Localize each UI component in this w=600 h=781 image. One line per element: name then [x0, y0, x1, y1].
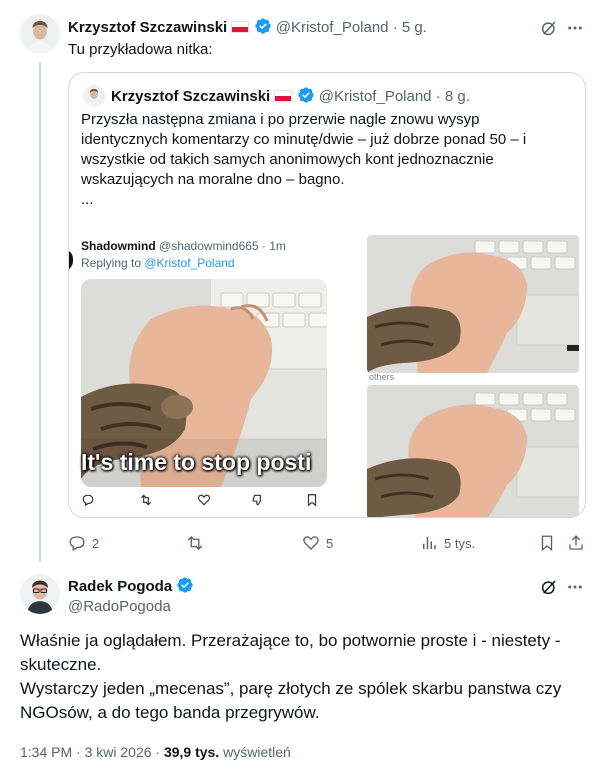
tweet-meta: 1:34 PM · 3 kwi 2026 · 39,9 tys. wyświet… — [20, 742, 291, 762]
tweet-body: Właśnie ja oglądałem. Przerażające to, b… — [20, 629, 590, 725]
author-handle[interactable]: @Kristof_Poland — [276, 19, 389, 36]
quoted-text: Przyszła następna zmiana i po przerwie n… — [81, 110, 581, 210]
screenshot-action-row — [81, 493, 327, 511]
quoted-text-line: wszystkie od takich samych anonimowych k… — [81, 151, 494, 168]
quoted-tweet-card[interactable]: Krzysztof Szczawinski @Kristof_Poland · … — [68, 72, 586, 518]
quoted-author-name: Krzysztof Szczawinski — [111, 88, 271, 105]
tweet-body-line: Właśnie ja oglądałem. Przerażające to, b… — [20, 631, 561, 650]
author-handle[interactable]: @RadoPogoda — [68, 597, 171, 617]
verified-badge-icon — [297, 87, 314, 103]
tweet-body-line: NGOsów, a do tego banda przegrywów. — [20, 703, 320, 722]
dislike-icon — [252, 494, 261, 506]
bookmark-icon — [307, 494, 317, 507]
screenshot-header: Shadowmind @shadowmind665 · 1m — [81, 239, 286, 253]
replying-handle: @Kristof_Poland — [144, 256, 235, 270]
like-icon — [303, 536, 319, 550]
media-screenshot-left[interactable]: Shadowmind @shadowmind665 · 1m Replying … — [69, 231, 327, 517]
bookmark-button[interactable] — [536, 532, 558, 554]
author-name[interactable]: Radek Pogoda — [68, 578, 172, 595]
tweet-body-line: Wystarczy jeden „mecenas”, parę złotych … — [20, 679, 562, 698]
views-count: 5 tys. — [444, 535, 476, 551]
tweet-text: Tu przykładowa nitka: — [68, 41, 213, 58]
replying-prefix: Replying to — [81, 256, 145, 270]
grok-icon[interactable] — [538, 17, 560, 39]
more-options-icon[interactable] — [564, 17, 586, 39]
screenshot-caption: It's time to stop posti — [81, 449, 312, 475]
verified-badge-icon — [254, 18, 271, 34]
tweet-timestamp[interactable]: 1:34 PM · 3 kwi 2026 · — [20, 744, 160, 760]
poland-flag-icon — [274, 90, 293, 102]
quoted-author-handle: @Kristof_Poland — [318, 88, 432, 105]
reply-icon — [69, 536, 85, 551]
media-photo-top-right[interactable] — [367, 235, 579, 373]
reply-icon — [82, 494, 94, 507]
more-options-icon[interactable] — [564, 576, 586, 598]
thread-connector-line — [39, 62, 41, 562]
screenshot-avatar-edge — [69, 249, 73, 271]
bookmark-icon — [541, 535, 553, 552]
quoted-text-line: ... — [81, 191, 94, 208]
retweet-button[interactable] — [186, 534, 210, 552]
like-icon — [197, 494, 211, 506]
screenshot-author-name: Shadowmind — [81, 239, 156, 253]
quoted-timestamp: · 8 g. — [435, 88, 470, 105]
avatar[interactable] — [20, 14, 60, 54]
tweet-body-line: skuteczne. — [20, 655, 102, 674]
author-name[interactable]: Krzysztof Szczawinski — [68, 19, 227, 36]
analytics-icon — [423, 537, 436, 549]
like-button[interactable]: 5 — [302, 534, 333, 552]
reply-button[interactable]: 2 — [68, 534, 99, 552]
views-count: 39,9 tys. — [163, 744, 220, 760]
quoted-text-line: Przyszła następna zmiana i po przerwie n… — [81, 111, 480, 128]
tweet-timestamp[interactable]: · 5 g. — [393, 19, 427, 36]
reply-count: 2 — [92, 535, 100, 551]
views-button[interactable]: 5 tys. — [420, 534, 475, 552]
poland-flag-icon — [231, 21, 250, 33]
quoted-header: Krzysztof Szczawinski @Kristof_Poland · … — [111, 86, 470, 107]
share-button[interactable] — [565, 532, 587, 554]
retweet-icon — [140, 494, 152, 506]
avatar[interactable] — [20, 574, 60, 614]
grok-icon[interactable] — [538, 576, 560, 598]
quoted-text-line: identycznych komentarzy co minutę/dwie –… — [81, 131, 527, 148]
media-side-text: others — [369, 372, 395, 382]
views-label: wyświetleń — [223, 744, 291, 760]
media-photo-bottom-right[interactable] — [367, 385, 579, 517]
share-icon — [569, 535, 583, 550]
screenshot-replying-to: Replying to @Kristof_Poland — [81, 256, 235, 270]
tweet1-header: Krzysztof Szczawinski @Kristof_Poland · … — [68, 17, 427, 37]
verified-badge-icon — [177, 577, 194, 593]
tweet2-header: Radek Pogoda — [68, 576, 194, 597]
quoted-avatar — [83, 85, 105, 107]
retweet-icon — [187, 536, 203, 550]
screenshot-author-handle: @shadowmind665 · 1m — [159, 239, 286, 253]
quoted-text-line: wskazujących na moralne dno – bagno. — [81, 171, 345, 188]
like-count: 5 — [326, 535, 334, 551]
